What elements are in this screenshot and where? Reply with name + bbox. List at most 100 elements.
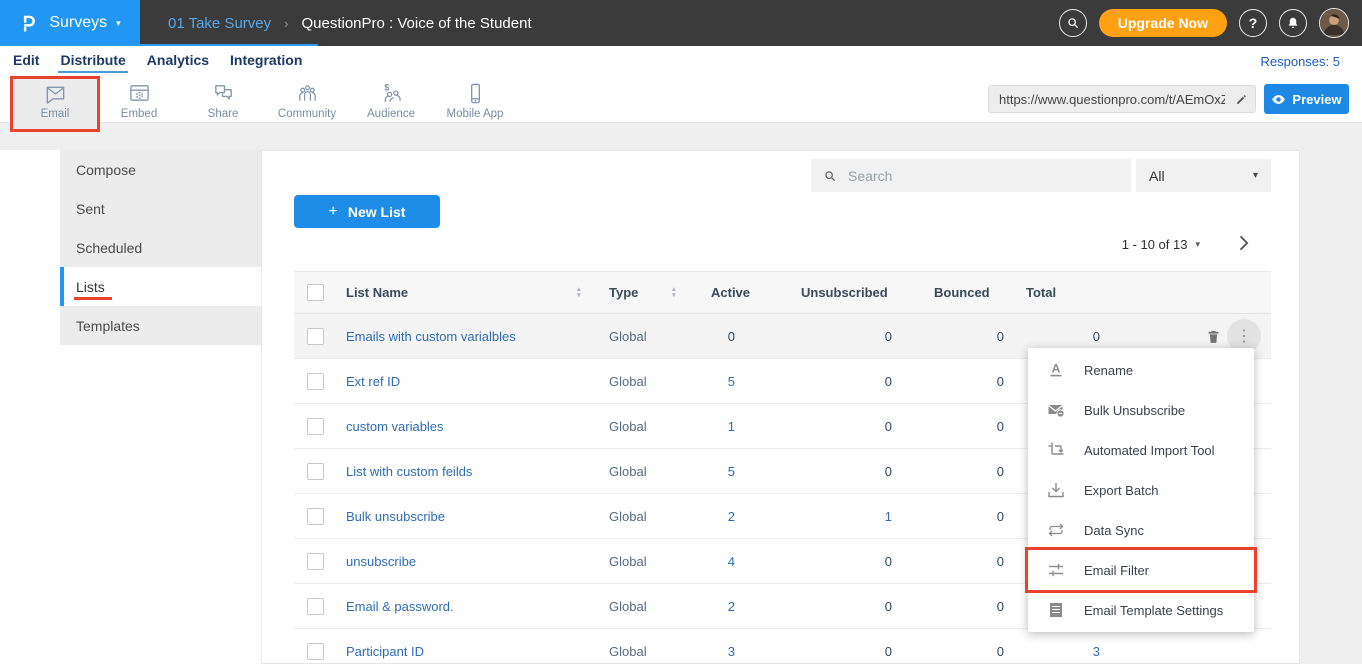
row-checkbox[interactable] [307,643,324,660]
total-count[interactable]: 3 [1022,629,1132,664]
toolbar-item[interactable]: Audience [349,79,433,129]
unsubscribed-count[interactable]: 0 [777,629,917,664]
toolbar-item-icon [464,82,487,105]
breadcrumb-survey-group[interactable]: 01 Take Survey [168,15,271,32]
unsubscribed-count[interactable]: 0 [777,404,917,449]
sidebar-item[interactable]: Compose [60,150,261,189]
sidebar-item[interactable]: Sent [60,189,261,228]
plus-icon: + [329,203,338,221]
pagination-dropdown[interactable]: 1 - 10 of 13 ▾ [1122,237,1200,252]
notifications-button[interactable] [1279,9,1307,37]
row-checkbox[interactable] [307,328,324,345]
sidebar-item-label: Templates [75,316,141,336]
survey-tabs: Edit Distribute Analytics Integration [11,50,304,73]
bounced-count[interactable]: 0 [917,404,1022,449]
list-name-link[interactable]: Email & password. [346,599,454,614]
active-count[interactable]: 3 [687,629,777,664]
active-count[interactable]: 5 [687,449,777,494]
row-checkbox[interactable] [307,418,324,435]
bounced-count[interactable]: 0 [917,494,1022,539]
context-menu-item[interactable]: Bulk Unsubscribe [1028,390,1254,430]
row-checkbox[interactable] [307,598,324,615]
bell-icon [1286,16,1300,30]
list-name-link[interactable]: Emails with custom varialbles [346,329,516,344]
context-menu-item[interactable]: Email Template Settings [1028,590,1254,630]
sort-icon[interactable]: ▲▼ [671,287,677,298]
active-count[interactable]: 1 [687,404,777,449]
select-all-checkbox[interactable] [307,284,324,301]
active-count[interactable]: 0 [687,314,777,359]
toolbar-item[interactable]: Email [13,79,97,129]
bounced-count[interactable]: 0 [917,539,1022,584]
bounced-count[interactable]: 0 [917,359,1022,404]
context-menu-item-icon [1047,441,1065,459]
user-avatar[interactable] [1319,8,1349,38]
survey-nav: Edit Distribute Analytics Integration Re… [0,46,1362,76]
table-row: Participant ID Global 3 0 0 3 ⋮ [294,629,1271,664]
context-menu-item[interactable]: Email Filter [1028,550,1254,590]
active-count[interactable]: 2 [687,584,777,629]
edit-url-button[interactable] [1227,93,1255,106]
toolbar-item[interactable]: Share [181,79,265,129]
context-menu-item-icon [1047,561,1065,579]
context-menu-item[interactable]: Export Batch [1028,470,1254,510]
list-filter-value: All [1149,168,1165,184]
bounced-count[interactable]: 0 [917,449,1022,494]
help-button[interactable]: ? [1239,9,1267,37]
bounced-count[interactable]: 0 [917,584,1022,629]
new-list-button[interactable]: + New List [294,195,440,228]
bounced-count[interactable]: 0 [917,314,1022,359]
toolbar-item[interactable]: Community [265,79,349,129]
context-menu-item[interactable]: Data Sync [1028,510,1254,550]
unsubscribed-count[interactable]: 0 [777,449,917,494]
bounced-count[interactable]: 0 [917,629,1022,664]
tab[interactable]: Integration [228,50,304,73]
product-name: Surveys [49,14,107,32]
responses-count-link[interactable]: Responses: 5 [1261,54,1362,69]
sidebar-item[interactable]: Templates [60,306,261,345]
list-name-link[interactable]: Participant ID [346,644,424,659]
toolbar-item-label: Embed [121,108,157,120]
unsubscribed-count[interactable]: 0 [777,539,917,584]
sort-icon[interactable]: ▲▼ [576,287,582,298]
preview-button[interactable]: Preview [1264,84,1349,114]
survey-url-input[interactable] [989,92,1227,107]
sidebar-item[interactable]: Lists [60,267,261,306]
list-filter-dropdown[interactable]: All ▾ [1136,159,1271,192]
tab[interactable]: Distribute [58,50,127,73]
search-button[interactable] [1059,9,1087,37]
unsubscribed-count[interactable]: 1 [777,494,917,539]
list-name-link[interactable]: custom variables [346,419,444,434]
list-name-link[interactable]: List with custom feilds [346,464,472,479]
tab[interactable]: Analytics [145,50,211,73]
sidebar-item-label: Scheduled [75,238,143,258]
list-type: Global [592,539,687,584]
active-count[interactable]: 4 [687,539,777,584]
context-menu-item-label: Email Filter [1084,563,1149,578]
list-name-link[interactable]: Ext ref ID [346,374,400,389]
list-name-link[interactable]: unsubscribe [346,554,416,569]
row-checkbox[interactable] [307,553,324,570]
active-count[interactable]: 2 [687,494,777,539]
tab[interactable]: Edit [11,50,41,73]
list-search-input[interactable] [846,167,1131,185]
context-menu-item-icon [1047,601,1065,619]
toolbar-item[interactable]: Mobile App [433,79,517,129]
context-menu-item[interactable]: Rename [1028,350,1254,390]
upgrade-now-button[interactable]: Upgrade Now [1099,9,1227,37]
context-menu-item[interactable]: Automated Import Tool [1028,430,1254,470]
delete-list-button[interactable] [1205,328,1222,345]
unsubscribed-count[interactable]: 0 [777,314,917,359]
row-checkbox[interactable] [307,463,324,480]
unsubscribed-count[interactable]: 0 [777,359,917,404]
row-checkbox[interactable] [307,508,324,525]
active-count[interactable]: 5 [687,359,777,404]
surveys-product-menu[interactable]: Surveys ▾ [0,0,140,46]
list-name-link[interactable]: Bulk unsubscribe [346,509,445,524]
sidebar-item[interactable]: Scheduled [60,228,261,267]
header-actions: Upgrade Now ? [1059,8,1362,38]
toolbar-item[interactable]: Embed [97,79,181,129]
next-page-button[interactable] [1233,233,1253,253]
unsubscribed-count[interactable]: 0 [777,584,917,629]
row-checkbox[interactable] [307,373,324,390]
